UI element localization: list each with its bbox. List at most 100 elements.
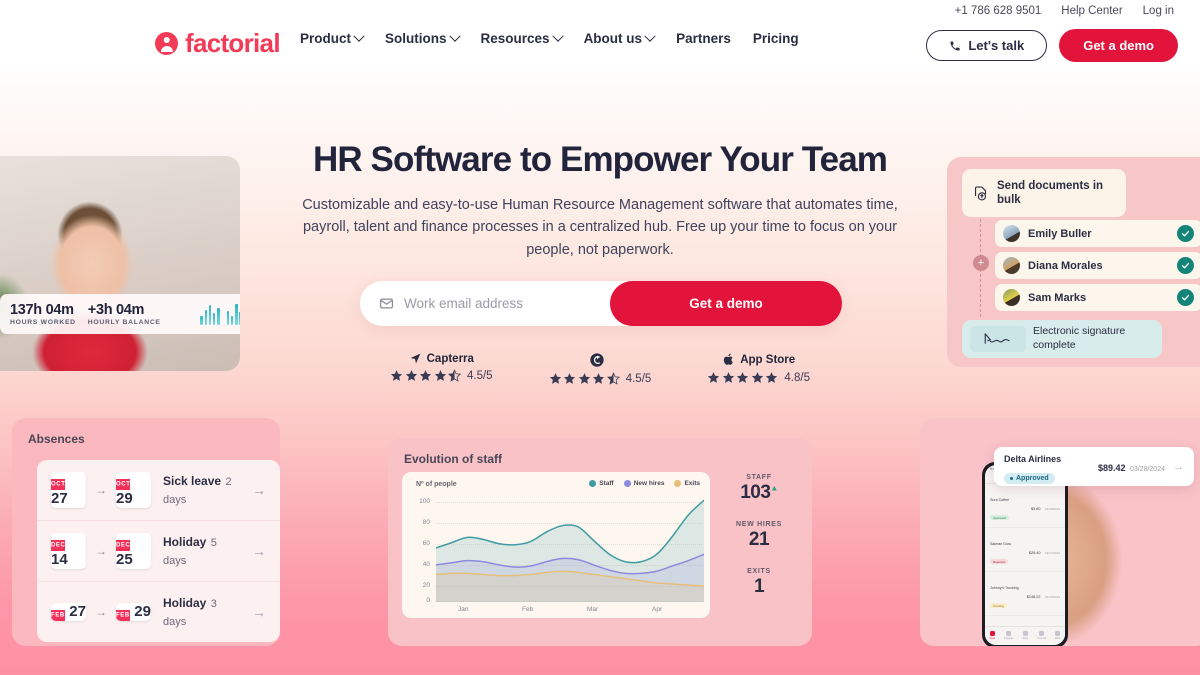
electronic-signature-status: Electronic signature complete xyxy=(962,320,1162,358)
phone-tab-work[interactable]: Work xyxy=(1023,631,1028,640)
expense-status: Approved xyxy=(990,515,1009,520)
stat-label: STAFF xyxy=(746,474,772,481)
absence-info: Sick leave 2 days xyxy=(163,472,243,508)
star-icon xyxy=(708,372,720,383)
avatar xyxy=(1003,225,1020,242)
staff-chart: Nº of people Staff New hires Exits 100 8… xyxy=(402,472,710,618)
y-tick: 40 xyxy=(422,561,430,568)
header-get-a-demo-button[interactable]: Get a demo xyxy=(1059,29,1178,62)
signature-icon xyxy=(970,326,1026,352)
legend-item-exits: Exits xyxy=(674,480,700,487)
factorial-logo[interactable]: factorial xyxy=(155,28,281,59)
recipient-name: Sam Marks xyxy=(1028,291,1087,304)
nav-item-pricing[interactable]: Pricing xyxy=(753,31,799,46)
stat-value: 21 xyxy=(748,529,770,550)
absence-info: Holiday 3 days xyxy=(163,594,243,630)
absence-type: Sick leave xyxy=(163,474,222,488)
employee-photo-card: 137h 04m HOURS WORKED +3h 04m HOURLY BAL… xyxy=(0,156,240,371)
rating-app-store-source: App Store xyxy=(740,353,796,366)
evolution-of-staff-card: Evolution of staff Nº of people Staff Ne… xyxy=(388,438,812,646)
star-icon xyxy=(578,373,590,384)
send-documents-header: Send documents in bulk xyxy=(962,169,1126,217)
rating-g2-score: 4.5/5 xyxy=(625,372,652,385)
x-tick: Feb xyxy=(522,606,534,613)
phone-tab-expense[interactable]: Expense xyxy=(1004,631,1013,640)
chevron-right-icon[interactable]: → xyxy=(252,604,266,620)
expense-info: Salman Guru Rejected xyxy=(990,532,1029,568)
expense-list-item[interactable]: Salman Guru Rejected $25.40 03/27/2024 xyxy=(985,528,1065,572)
login-link[interactable]: Log in xyxy=(1143,5,1174,17)
calendar-day: 27 xyxy=(69,603,86,620)
email-input[interactable] xyxy=(394,296,610,311)
phone-tab-more[interactable]: More xyxy=(1055,631,1060,640)
ratings-row: Capterra 4.5/5 4.5/5 App Store 4.8/5 xyxy=(390,352,810,385)
hourly-balance-label: HOURLY BALANCE xyxy=(87,319,161,326)
star-icon xyxy=(405,370,417,381)
absence-row[interactable]: OCT 27 → OCT 29 Sick leave 2 days → xyxy=(37,460,280,521)
nav-label-solutions: Solutions xyxy=(385,31,447,46)
expense-status: Rejected xyxy=(990,559,1008,564)
chevron-down-icon xyxy=(551,30,564,42)
star-icon xyxy=(434,370,446,381)
logo-text: factorial xyxy=(185,28,281,58)
avatar xyxy=(1003,257,1020,274)
tab-label: Feed xyxy=(989,637,996,640)
phone-tab-feed[interactable]: Feed xyxy=(990,631,995,640)
help-center-link[interactable]: Help Center xyxy=(1061,5,1122,17)
chevron-right-icon[interactable]: → xyxy=(252,543,266,559)
nav-item-partners[interactable]: Partners xyxy=(676,31,731,46)
recipient-name: Emily Buller xyxy=(1028,227,1092,240)
star-half-icon xyxy=(448,369,461,382)
stat-label: EXITS xyxy=(747,568,771,575)
expense-highlight-card[interactable]: Delta Airlines Approved $89.42 03/28/202… xyxy=(994,447,1194,486)
bar-chart-icon xyxy=(200,303,240,325)
expense-merchant: Sura Coffee xyxy=(990,497,1010,502)
expense-list-item[interactable]: Sura Coffee Approved $3.80 03/28/2024 xyxy=(985,484,1065,528)
calendar-start: DEC 14 xyxy=(51,533,86,569)
rating-app-store-row: 4.8/5 xyxy=(707,371,810,384)
star-icon xyxy=(549,373,561,384)
recipient-name: Diana Morales xyxy=(1028,259,1103,272)
y-tick: 100 xyxy=(419,498,430,505)
expense-amount: $148.22 xyxy=(1026,594,1041,599)
lets-talk-button[interactable]: Let's talk xyxy=(926,30,1048,61)
expense-amounts: $25.40 03/27/2024 xyxy=(1029,541,1060,559)
chart-plot xyxy=(436,499,704,602)
absence-row[interactable]: DEC 14 → DEC 25 Holiday 5 days → xyxy=(37,521,280,582)
rating-app-store-head: App Store xyxy=(722,352,795,367)
rating-app-store: App Store 4.8/5 xyxy=(707,352,810,385)
rating-capterra-head: Capterra xyxy=(409,352,474,365)
chevron-right-icon[interactable]: → xyxy=(252,482,266,498)
electronic-signature-text: Electronic signature complete xyxy=(1033,325,1126,351)
absence-row[interactable]: FEB 27 → FEB 29 Holiday 3 days → xyxy=(37,582,280,642)
star-icon xyxy=(419,370,432,381)
stat-number: 103 xyxy=(740,482,771,503)
arrow-right-icon[interactable]: → xyxy=(1173,461,1184,473)
add-recipient-button[interactable]: + xyxy=(973,255,989,271)
phone-tab-bar: Feed Expense Work Time off More xyxy=(985,626,1065,645)
tab-label: Expense xyxy=(1004,637,1014,640)
expense-info: Sura Coffee Approved xyxy=(990,488,1031,524)
recipient-row[interactable]: Emily Buller xyxy=(995,220,1200,247)
expense-list-item[interactable]: Johnny's Trucking Pending $148.22 03/26/… xyxy=(985,572,1065,616)
expense-highlight-status: Approved xyxy=(1004,472,1055,484)
expense-highlight-merchant: Delta Airlines xyxy=(1004,453,1062,464)
legend-item-new-hires: New hires xyxy=(623,480,664,487)
nav-item-product[interactable]: Product xyxy=(300,30,365,46)
nav-item-resources[interactable]: Resources xyxy=(481,30,564,46)
hero-get-a-demo-button[interactable]: Get a demo xyxy=(610,281,842,326)
calendar-day: 29 xyxy=(134,603,151,620)
nav-item-solutions[interactable]: Solutions xyxy=(385,30,461,46)
legend-label: Staff xyxy=(599,480,614,487)
chart-legend: Staff New hires Exits xyxy=(589,480,700,487)
nav-item-about-us[interactable]: About us xyxy=(584,30,656,46)
phone-number[interactable]: +1 786 628 9501 xyxy=(955,5,1042,17)
recipient-row[interactable]: Sam Marks xyxy=(995,284,1200,311)
recipient-row[interactable]: Diana Morales xyxy=(995,252,1200,279)
calendar-month: FEB xyxy=(51,609,65,621)
chart-y-axis-label: Nº of people xyxy=(416,481,457,488)
phone-tab-time-off[interactable]: Time off xyxy=(1037,631,1046,640)
legend-swatch xyxy=(623,480,631,487)
phone-mockup: 9:41 ●●● 28th March Sura Coffee Approved… xyxy=(982,462,1068,646)
apple-icon xyxy=(724,353,733,365)
